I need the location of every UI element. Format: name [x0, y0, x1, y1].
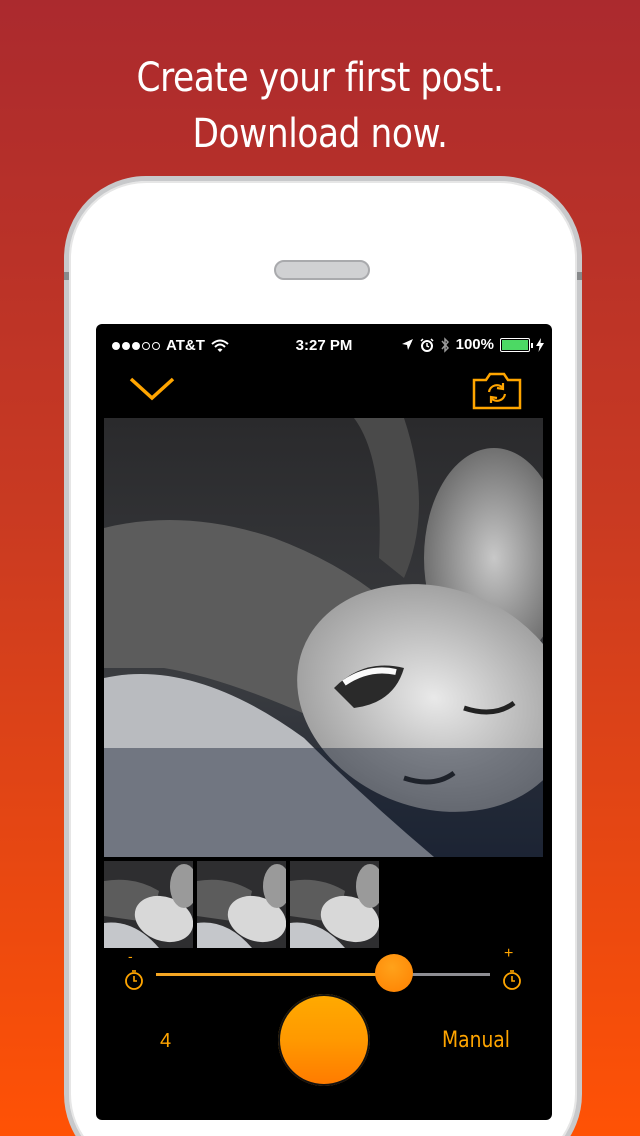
- charging-bolt-icon: [536, 337, 544, 352]
- promo-line-2: Download now.: [192, 111, 448, 157]
- phone-side-button-right: [577, 272, 582, 280]
- slider-knob[interactable]: [375, 954, 413, 992]
- battery-percent: 100%: [455, 336, 494, 353]
- phone-screen: AT&T 3:27 PM 100% - + 4 Manual: [96, 324, 552, 1120]
- thumbnail-3[interactable]: [290, 861, 379, 948]
- timer-decrease-icon[interactable]: [122, 964, 146, 996]
- status-bar: AT&T 3:27 PM 100%: [96, 334, 552, 358]
- alarm-clock-icon: [420, 337, 434, 352]
- promo-line-1: Create your first post.: [136, 55, 504, 101]
- chevron-down-icon[interactable]: [128, 374, 176, 404]
- shutter-button[interactable]: [278, 994, 370, 1086]
- timer-slider-row: - +: [116, 945, 536, 992]
- photo-count-label: 4: [160, 1030, 172, 1052]
- thumbnail-2[interactable]: [197, 861, 286, 948]
- slider-minus-label: -: [128, 948, 133, 964]
- timer-increase-icon[interactable]: [500, 964, 524, 996]
- slider-track-filled[interactable]: [156, 973, 394, 976]
- mode-toggle-button[interactable]: Manual: [442, 1028, 510, 1053]
- thumbnail-1[interactable]: [104, 861, 193, 948]
- camera-preview-photo[interactable]: [104, 418, 543, 857]
- thumbnail-strip: [104, 861, 379, 948]
- bluetooth-icon: [441, 336, 449, 353]
- slider-plus-label: +: [504, 945, 514, 962]
- phone-side-button-left: [64, 272, 69, 280]
- promo-headline: Create your first post. Download now.: [45, 50, 595, 162]
- camera-switch-icon[interactable]: [472, 372, 522, 410]
- location-arrow-icon: [401, 339, 413, 350]
- battery-icon: [500, 337, 533, 352]
- phone-speaker: [274, 260, 370, 280]
